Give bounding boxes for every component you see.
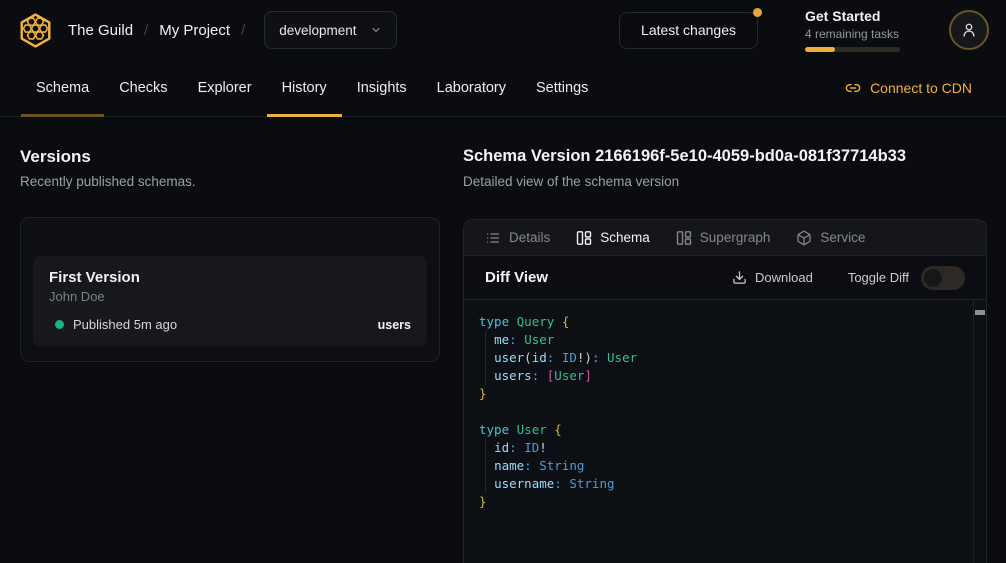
target-selector-value: development bbox=[279, 23, 356, 38]
main-nav: Schema Checks Explorer History Insights … bbox=[0, 60, 1006, 117]
code-scrollbar-thumb[interactable] bbox=[975, 310, 985, 315]
versions-list-card: First Version John Doe Published 5m ago … bbox=[20, 217, 440, 362]
schema-version-subtitle: Detailed view of the schema version bbox=[463, 173, 987, 190]
version-service-badge: users bbox=[378, 318, 411, 332]
diff-view-title: Diff View bbox=[485, 269, 548, 286]
list-icon bbox=[485, 230, 501, 246]
detail-tab-details[interactable]: Details bbox=[485, 230, 550, 246]
connect-to-cdn-link[interactable]: Connect to CDN bbox=[845, 60, 972, 116]
code-scrollbar[interactable] bbox=[973, 300, 986, 563]
tab-schema[interactable]: Schema bbox=[21, 60, 104, 116]
detail-tabs: Details Schema bbox=[464, 220, 986, 256]
toggle-diff-wrap: Toggle Diff bbox=[848, 266, 965, 290]
latest-changes-button[interactable]: Latest changes bbox=[619, 12, 758, 49]
version-detail-column: Schema Version 2166196f-5e10-4059-bd0a-0… bbox=[463, 117, 987, 563]
schema-code-viewer[interactable]: type Query { me: User user(id: ID!): Use… bbox=[464, 300, 986, 563]
tab-explorer[interactable]: Explorer bbox=[183, 60, 267, 116]
breadcrumb-org[interactable]: The Guild bbox=[68, 22, 133, 39]
get-started-progress-fill bbox=[805, 47, 835, 52]
published-status-icon bbox=[55, 320, 64, 329]
columns-icon bbox=[676, 230, 692, 246]
target-selector-dropdown[interactable]: development bbox=[264, 11, 396, 49]
detail-tab-label: Supergraph bbox=[700, 230, 771, 245]
detail-tab-label: Service bbox=[820, 230, 865, 245]
schema-version-title: Schema Version 2166196f-5e10-4059-bd0a-0… bbox=[463, 146, 987, 167]
toggle-knob bbox=[924, 269, 942, 287]
version-status: Published 5m ago bbox=[73, 317, 177, 332]
versions-subtitle: Recently published schemas. bbox=[20, 173, 440, 190]
connect-to-cdn-label: Connect to CDN bbox=[870, 80, 972, 96]
chevron-down-icon bbox=[370, 24, 382, 36]
schema-version-panel: Details Schema bbox=[463, 219, 987, 563]
cube-icon bbox=[796, 230, 812, 246]
get-started-widget[interactable]: Get Started 4 remaining tasks bbox=[805, 8, 900, 52]
download-button[interactable]: Download bbox=[732, 270, 813, 285]
breadcrumb-project[interactable]: My Project bbox=[159, 22, 230, 39]
user-avatar[interactable] bbox=[949, 10, 989, 50]
detail-tab-label: Details bbox=[509, 230, 550, 245]
breadcrumb-separator: / bbox=[144, 22, 148, 39]
hive-logo-icon[interactable] bbox=[17, 12, 54, 49]
detail-tab-supergraph[interactable]: Supergraph bbox=[676, 230, 771, 246]
link-icon bbox=[845, 80, 861, 96]
download-icon bbox=[732, 270, 747, 285]
versions-column: Versions Recently published schemas. Fir… bbox=[20, 117, 440, 563]
get-started-title: Get Started bbox=[805, 8, 900, 25]
diff-view-header: Diff View Download Toggle Diff bbox=[464, 256, 986, 300]
versions-title: Versions bbox=[20, 146, 440, 167]
detail-tab-service[interactable]: Service bbox=[796, 230, 865, 246]
app-header: The Guild / My Project / development Lat… bbox=[0, 0, 1006, 60]
tab-settings[interactable]: Settings bbox=[521, 60, 603, 116]
notification-dot bbox=[753, 8, 762, 17]
breadcrumb-separator: / bbox=[241, 22, 245, 39]
version-author: John Doe bbox=[49, 288, 411, 305]
version-meta-row: Published 5m ago users bbox=[49, 317, 411, 332]
tab-history[interactable]: History bbox=[267, 60, 342, 116]
person-icon bbox=[960, 21, 978, 39]
version-list-item[interactable]: First Version John Doe Published 5m ago … bbox=[33, 256, 427, 347]
get-started-progressbar bbox=[805, 47, 900, 52]
tab-laboratory[interactable]: Laboratory bbox=[422, 60, 521, 116]
get-started-subtitle: 4 remaining tasks bbox=[805, 26, 900, 42]
detail-tab-label: Schema bbox=[600, 230, 650, 245]
columns-icon bbox=[576, 230, 592, 246]
code-block: type Query { me: User user(id: ID!): Use… bbox=[479, 313, 986, 511]
latest-changes-wrap: Latest changes bbox=[619, 12, 758, 49]
version-name: First Version bbox=[49, 268, 411, 287]
tab-checks[interactable]: Checks bbox=[104, 60, 182, 116]
detail-tab-schema[interactable]: Schema bbox=[576, 230, 650, 246]
download-label: Download bbox=[755, 270, 813, 285]
toggle-diff-switch[interactable] bbox=[921, 266, 965, 290]
toggle-diff-label: Toggle Diff bbox=[848, 270, 909, 285]
tab-insights[interactable]: Insights bbox=[342, 60, 422, 116]
main-content: Versions Recently published schemas. Fir… bbox=[0, 117, 1006, 563]
